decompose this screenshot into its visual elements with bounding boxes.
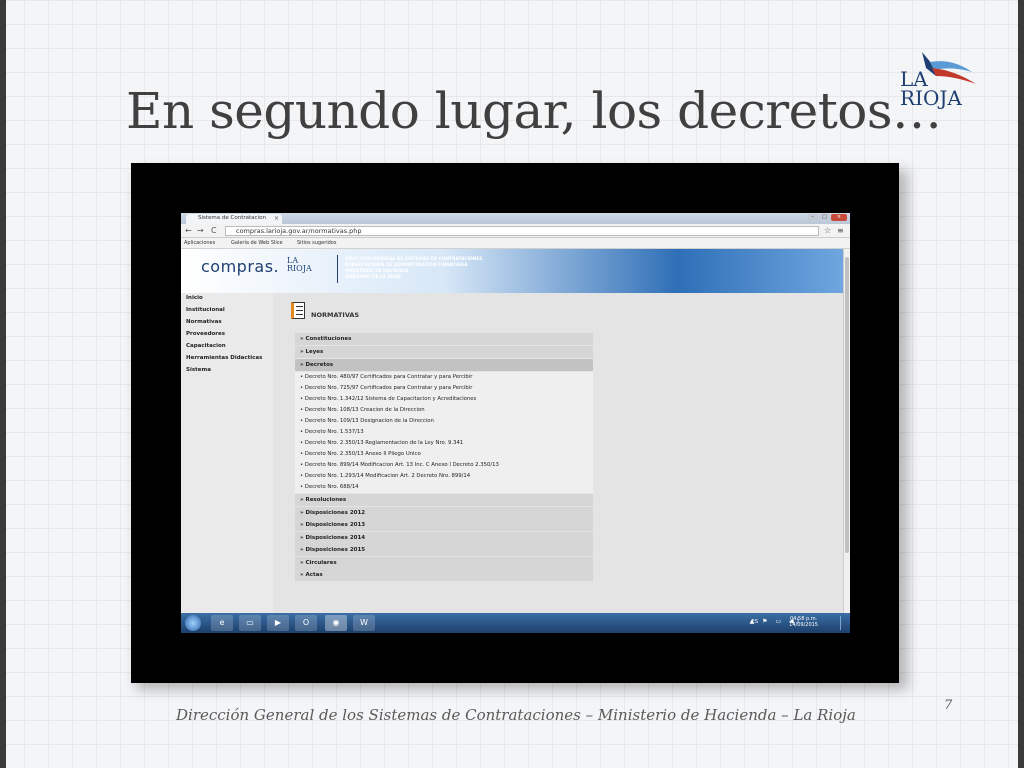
menu-disposiciones-2013[interactable]: » Disposiciones 2013 — [295, 519, 593, 531]
decreto-link[interactable]: • Decreto Nro. 1.342/12 Sistema de Capac… — [295, 394, 593, 405]
decreto-link[interactable]: • Decreto Nro. 2.350/13 Reglamentacion d… — [295, 438, 593, 449]
decreto-link[interactable]: • Decreto Nro. 2.350/13 Anexo II Pliego … — [295, 449, 593, 460]
decreto-link[interactable]: • Decreto Nro. 108/13 Creacion de la Dir… — [295, 405, 593, 416]
browser-tabbar: Sistema de Contratacion × – □ × — [181, 213, 850, 224]
tab-title: Sistema de Contratacion — [198, 215, 266, 221]
slide-footer: Dirección General de los Sistemas de Con… — [176, 706, 856, 724]
address-bar: ← → C compras.larioja.gov.ar/normativas.… — [181, 224, 850, 238]
url-input[interactable]: compras.larioja.gov.ar/normativas.php — [225, 226, 819, 236]
sidebar-item-sistema[interactable]: Sistema — [186, 367, 211, 373]
section-title: NORMATIVAS — [311, 311, 360, 319]
decreto-link[interactable]: • Decreto Nro. 899/14 Modificacion Art. … — [295, 460, 593, 471]
decreto-link[interactable]: • Decreto Nro. 725/97 Certificados para … — [295, 383, 593, 394]
menu-decretos[interactable]: » Decretos — [295, 359, 593, 371]
site-sidebar: Inicio Institucional Normativas Proveedo… — [181, 293, 273, 613]
start-button-icon[interactable] — [185, 615, 201, 631]
sidebar-item-capacitacion[interactable]: Capacitacion — [186, 343, 226, 349]
clock[interactable]: 04:58 p.m. 14/09/2015 — [789, 616, 818, 628]
la-rioja-logo: LA RIOJA — [896, 46, 980, 112]
bookmark-web-slice[interactable]: Galería de Web Slice — [231, 240, 283, 246]
site-header-divider — [337, 255, 338, 283]
menu-disposiciones-2014[interactable]: » Disposiciones 2014 — [295, 532, 593, 544]
site-header-info: DIRECCIÓN GENERAL DE SISTEMAS DE CONTRAT… — [345, 257, 482, 281]
sidebar-item-proveedores[interactable]: Proveedores — [186, 331, 225, 337]
slide-frame-right — [1018, 0, 1024, 768]
bookmarks-bar: Aplicaciones Galería de Web Slice Sitios… — [181, 238, 850, 249]
menu-leyes[interactable]: » Leyes — [295, 346, 593, 358]
show-desktop-button[interactable] — [840, 616, 844, 630]
decreto-link[interactable]: • Decreto Nro. 1.537/13 — [295, 427, 593, 438]
sidebar-item-inicio[interactable]: Inicio — [186, 295, 203, 301]
decreto-link[interactable]: • Decreto Nro. 688/14 — [295, 482, 593, 493]
site-logo[interactable]: compras. — [201, 257, 279, 276]
page-number: 7 — [944, 698, 953, 713]
document-icon — [291, 302, 305, 319]
window-controls: – □ × — [807, 214, 847, 221]
site-logo-rioja: LA RIOJA — [287, 257, 312, 273]
windows-taskbar: e ▭ ▶ O ◉ W ES ▲ ⚑ ▭ ◀) 04:58 p.m. 14/09… — [181, 613, 850, 633]
menu-disposiciones-2012[interactable]: » Disposiciones 2012 — [295, 507, 593, 519]
back-icon[interactable]: ← — [185, 226, 192, 235]
explorer-folder-icon[interactable]: ▭ — [239, 615, 261, 631]
site-header-banner: compras. LA RIOJA DIRECCIÓN GENERAL DE S… — [181, 249, 843, 293]
reload-icon[interactable]: C — [211, 226, 217, 235]
page-scrollbar[interactable] — [843, 249, 850, 613]
tab-close-icon[interactable]: × — [274, 215, 279, 222]
site-logo-rioja-word: RIOJA — [287, 264, 312, 273]
embedded-screenshot: Sistema de Contratacion × – □ × ← → C co… — [131, 163, 899, 683]
bookmark-star-icon[interactable]: ☆ — [824, 226, 831, 235]
forward-icon[interactable]: → — [197, 226, 204, 235]
menu-resoluciones[interactable]: » Resoluciones — [295, 494, 593, 506]
menu-actas[interactable]: » Actas — [295, 569, 593, 581]
logo-text-rioja: RIOJA — [900, 86, 962, 110]
ie-icon[interactable]: e — [211, 615, 233, 631]
site-main-content: NORMATIVAS » Constituciones » Leyes » De… — [273, 293, 843, 613]
scrollbar-thumb[interactable] — [845, 257, 849, 553]
bookmark-apps[interactable]: Aplicaciones — [184, 240, 215, 246]
chrome-icon[interactable]: ◉ — [325, 615, 347, 631]
info-line: GOBIERNO DE LA RIOJA — [345, 275, 402, 280]
decreto-link[interactable]: • Decreto Nro. 480/97 Certificados para … — [295, 372, 593, 383]
bookmark-suggested-sites[interactable]: Sitios sugeridos — [297, 240, 336, 246]
slide-title: En segundo lugar, los decretos… — [126, 82, 942, 140]
menu-circulares[interactable]: » Circulares — [295, 557, 593, 569]
sidebar-item-institucional[interactable]: Institucional — [186, 307, 225, 313]
maximize-icon[interactable]: □ — [819, 214, 830, 221]
browser-menu-icon[interactable]: ≡ — [837, 226, 844, 235]
browser-window: Sistema de Contratacion × – □ × ← → C co… — [181, 213, 850, 633]
menu-constituciones[interactable]: » Constituciones — [295, 333, 593, 345]
word-icon[interactable]: W — [353, 615, 375, 631]
outlook-icon[interactable]: O — [295, 615, 317, 631]
media-player-icon[interactable]: ▶ — [267, 615, 289, 631]
decreto-link[interactable]: • Decreto Nro. 1.293/14 Modificacion Art… — [295, 471, 593, 482]
sidebar-item-herramientas[interactable]: Herramientas Didacticas — [186, 355, 262, 361]
minimize-icon[interactable]: – — [807, 214, 818, 221]
slide-frame-left — [0, 0, 6, 768]
decreto-link[interactable]: • Decreto Nro. 109/13 Designacion de la … — [295, 416, 593, 427]
clock-date: 14/09/2015 — [789, 622, 818, 628]
close-window-icon[interactable]: × — [831, 214, 847, 221]
sidebar-item-normativas[interactable]: Normativas — [186, 319, 222, 325]
menu-disposiciones-2015[interactable]: » Disposiciones 2015 — [295, 544, 593, 556]
browser-tab[interactable]: Sistema de Contratacion × — [186, 214, 282, 224]
